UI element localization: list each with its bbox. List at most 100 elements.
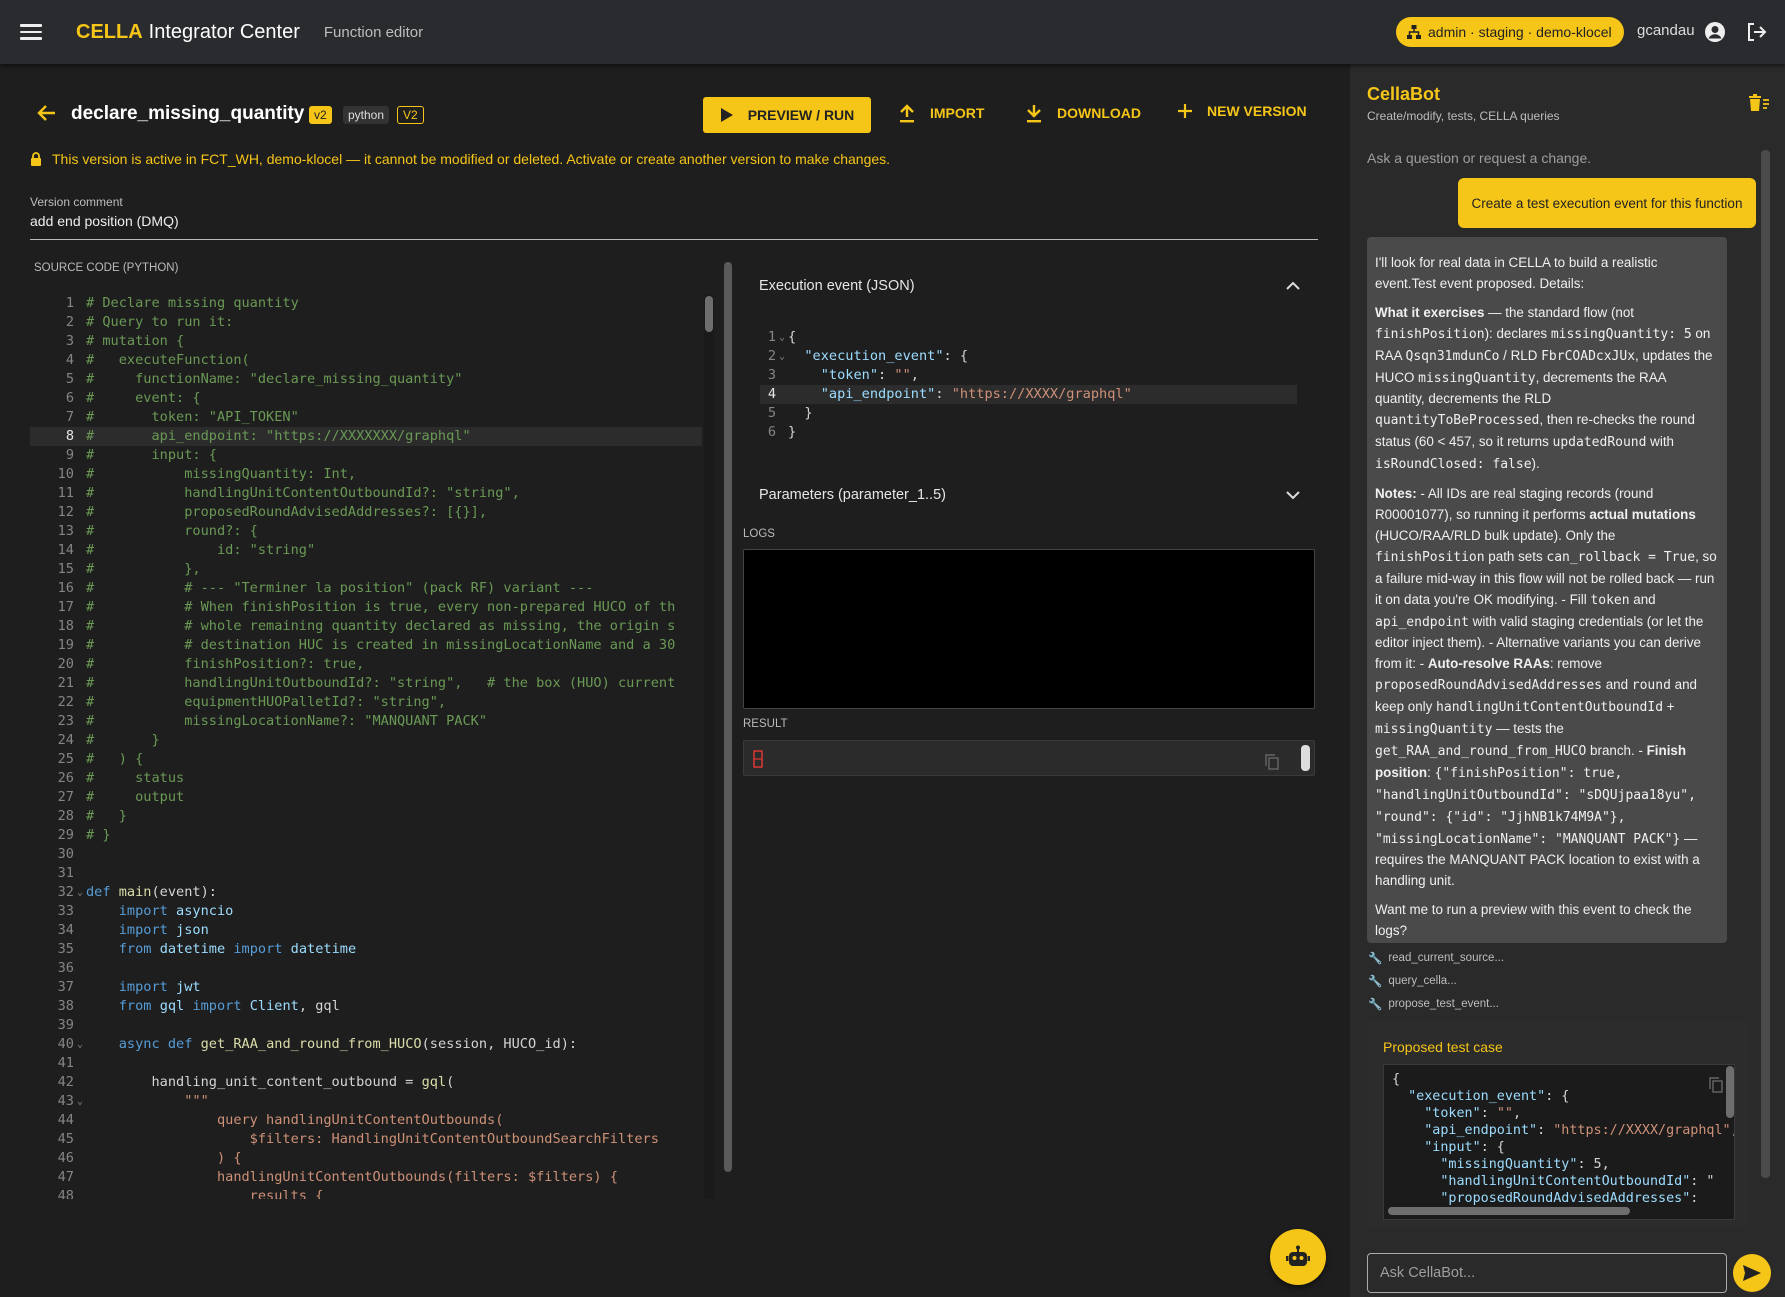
code-line[interactable]: 4 # executeFunction( — [30, 351, 702, 370]
fold-chevron-icon[interactable]: ⌄ — [74, 1092, 86, 1111]
code-line[interactable]: 37 import jwt — [30, 978, 702, 997]
code-line[interactable]: 28 # } — [30, 807, 702, 826]
code-line[interactable]: 13 # round?: { — [30, 522, 702, 541]
copy-icon[interactable] — [1709, 1077, 1723, 1093]
app-brand[interactable]: CELLA Integrator Center — [76, 21, 300, 44]
json-line[interactable]: 2 ⌄ "execution_event": { — [760, 347, 1297, 366]
code-line[interactable]: 33 import asyncio — [30, 902, 702, 921]
menu-icon[interactable] — [20, 24, 42, 40]
import-button[interactable]: IMPORT — [898, 103, 984, 123]
proposed-vscroll[interactable] — [1726, 1066, 1734, 1118]
code-line[interactable]: 19 # # destination HUC is created in miss… — [30, 636, 702, 655]
copy-icon[interactable] — [1265, 754, 1279, 770]
code-line[interactable]: 18 # # whole remaining quantity declared … — [30, 617, 702, 636]
send-button[interactable] — [1733, 1254, 1771, 1292]
gutter — [74, 921, 86, 940]
code-line[interactable]: 10 # missingQuantity: Int, — [30, 465, 702, 484]
code-line[interactable]: 38 from gql import Client, gql — [30, 997, 702, 1016]
code-line[interactable]: 5 # functionName: "declare_missing_quanti… — [30, 370, 702, 389]
download-button[interactable]: DOWNLOAD — [1025, 103, 1141, 123]
code-line[interactable]: 17 # # When finishPosition is true, every… — [30, 598, 702, 617]
clear-chat-icon[interactable] — [1747, 94, 1769, 112]
version-chip: v2 — [309, 106, 332, 124]
code-line[interactable]: 14 # id: "string" — [30, 541, 702, 560]
import-label: IMPORT — [930, 105, 985, 121]
result-scrollbar[interactable] — [1301, 745, 1310, 771]
code-line[interactable]: 26 # status — [30, 769, 702, 788]
logout-icon[interactable] — [1744, 20, 1768, 44]
chevron-up-icon[interactable] — [1286, 281, 1300, 291]
code-line[interactable]: 3 # mutation { — [30, 332, 702, 351]
parameters-header[interactable]: Parameters (parameter_1..5) — [744, 470, 1316, 520]
line-number: 28 — [57, 808, 74, 824]
code-line[interactable]: 22 # equipmentHUOPalletId?: "string", — [30, 693, 702, 712]
code-line[interactable]: 16 # # --- "Terminer la position" (pack R… — [30, 579, 702, 598]
code-line[interactable]: 42 handling_unit_content_outbound = gql( — [30, 1073, 702, 1092]
code-line[interactable]: 43 ⌄ """ — [30, 1092, 702, 1111]
code-line[interactable]: 29 # } — [30, 826, 702, 845]
chevron-down-icon[interactable] — [1286, 490, 1300, 500]
chat-scrollbar[interactable] — [1761, 150, 1770, 1178]
code-line[interactable]: 1 # Declare missing quantity — [30, 294, 702, 313]
code-scrollbar[interactable] — [704, 294, 714, 1199]
json-line[interactable]: 4 "api_endpoint": "https://XXXX/graphql" — [760, 385, 1297, 404]
code-line[interactable]: 7 # token: "API_TOKEN" — [30, 408, 702, 427]
proposed-hscroll[interactable] — [1388, 1207, 1630, 1215]
json-line[interactable]: 1 ⌄{ — [760, 328, 1297, 347]
code-line[interactable]: 32 ⌄ def main(event): — [30, 883, 702, 902]
code-line[interactable]: 15 # }, — [30, 560, 702, 579]
page-subtitle: Function editor — [323, 23, 424, 41]
json-line[interactable]: 5 } — [760, 404, 1297, 423]
cellabot-toggle-button[interactable] — [1270, 1229, 1326, 1285]
code-line[interactable]: 25 # ) { — [30, 750, 702, 769]
code-line[interactable]: 9 # input: { — [30, 446, 702, 465]
code-line[interactable]: 41 — [30, 1054, 702, 1073]
back-arrow-icon[interactable] — [36, 102, 58, 124]
code-line[interactable]: 27 # output — [30, 788, 702, 807]
code-line[interactable]: 35 from datetime import datetime — [30, 940, 702, 959]
code-line[interactable]: 23 # missingLocationName?: "MANQUANT PACK… — [30, 712, 702, 731]
code-line[interactable]: 11 # handlingUnitContentOutboundId?: "str… — [30, 484, 702, 503]
execution-event-editor[interactable]: 1 ⌄{2 ⌄ "execution_event": {3 "token": "",… — [760, 328, 1297, 442]
source-code-editor[interactable]: 1 # Declare missing quantity 2 # Query to r… — [30, 294, 702, 1199]
code-line[interactable]: 21 # handlingUnitOutboundId?: "string", #… — [30, 674, 702, 693]
environment-badge[interactable]: admin · staging · demo-klocel — [1396, 17, 1624, 47]
execution-event-header[interactable]: Execution event (JSON) — [744, 261, 1316, 311]
code-line[interactable]: 31 — [30, 864, 702, 883]
fold-chevron-icon[interactable]: ⌄ — [74, 883, 86, 902]
code-line[interactable]: 34 import json — [30, 921, 702, 940]
version-comment-field[interactable]: add end position (DMQ) — [30, 213, 1318, 240]
pane-splitter[interactable] — [724, 262, 734, 1172]
code-text: handling_unit_content_outbound = gql( — [86, 1074, 455, 1090]
fold-chevron-icon[interactable]: ⌄ — [74, 1035, 86, 1054]
code-line[interactable]: 47 handlingUnitContentOutbounds(filters:… — [30, 1168, 702, 1187]
json-line[interactable]: 6} — [760, 423, 1297, 442]
code-line[interactable]: 46 ) { — [30, 1149, 702, 1168]
code-line[interactable]: 2 # Query to run it: — [30, 313, 702, 332]
new-version-button[interactable]: NEW VERSION — [1177, 103, 1307, 119]
code-line[interactable]: 24 # } — [30, 731, 702, 750]
code-line[interactable]: 6 # event: { — [30, 389, 702, 408]
gutter — [74, 1073, 86, 1092]
line-number: 35 — [57, 941, 74, 957]
code-line[interactable]: 12 # proposedRoundAdvisedAddresses?: [{}]… — [30, 503, 702, 522]
json-line[interactable]: 3 "token": "", — [760, 366, 1297, 385]
code-text: # handlingUnitContentOutboundId?: "strin… — [86, 485, 520, 501]
code-text: # Declare missing quantity — [86, 295, 299, 311]
code-line[interactable]: 45 $filters: HandlingUnitContentOutbound… — [30, 1130, 702, 1149]
code-line[interactable]: 39 — [30, 1016, 702, 1035]
code-line[interactable]: 48 results { — [30, 1187, 702, 1199]
proposed-test-code[interactable]: { "execution_event": { "token": "", "api… — [1383, 1064, 1735, 1220]
code-line[interactable]: 8 # api_endpoint: "https://XXXXXXX/graphq… — [30, 427, 702, 446]
code-line[interactable]: 40 ⌄ async def get_RAA_and_round_from_HUC… — [30, 1035, 702, 1054]
chat-input[interactable]: Ask CellaBot... — [1367, 1253, 1727, 1293]
code-line[interactable]: 44 query handlingUnitContentOutbounds( — [30, 1111, 702, 1130]
fold-chevron-icon[interactable]: ⌄ — [776, 347, 788, 366]
code-text: # executeFunction( — [86, 352, 250, 368]
code-line[interactable]: 30 — [30, 845, 702, 864]
code-line[interactable]: 20 # finishPosition?: true, — [30, 655, 702, 674]
fold-chevron-icon[interactable]: ⌄ — [776, 328, 788, 347]
preview-run-button[interactable]: PREVIEW / RUN — [703, 97, 871, 133]
code-line[interactable]: 36 — [30, 959, 702, 978]
account-icon[interactable] — [1703, 20, 1727, 44]
